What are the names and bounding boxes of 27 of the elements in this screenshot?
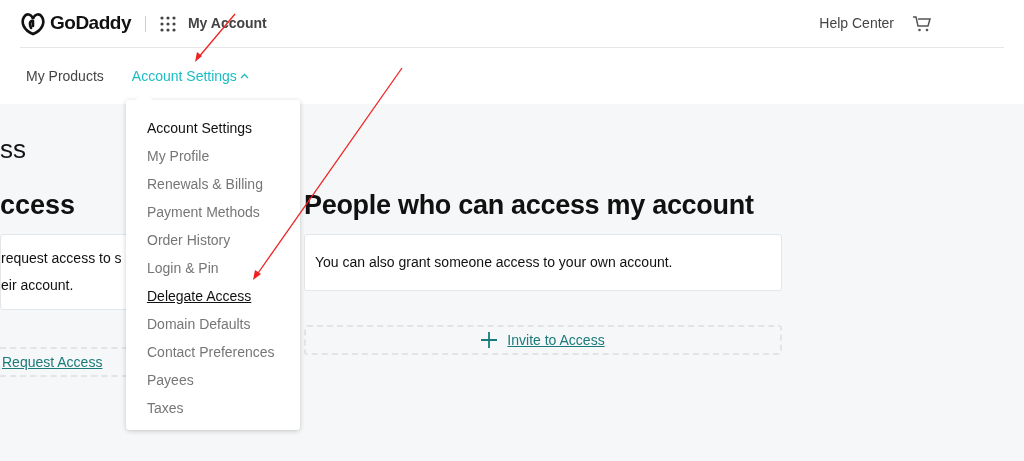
menu-item[interactable]: Domain Defaults [147,310,251,338]
card-text: You can also grant someone access to your own account. [315,253,673,272]
menu-item[interactable]: Renewals & Billing [147,170,263,198]
invite-access-link[interactable]: Invite to Access [507,329,605,351]
help-center-link[interactable]: Help Center [819,13,894,34]
plus-icon [481,332,498,348]
nav-tab[interactable]: My Products [26,65,104,87]
section-heading: People who can access my account [304,190,755,220]
app-grid-icon[interactable] [159,15,176,32]
logo-icon [20,11,46,36]
card-text: eir account. [1,276,74,295]
menu-item[interactable]: Delegate Access [147,282,252,310]
menu-heading: Account Settings [147,119,254,138]
menu-item[interactable]: Payees [147,366,194,394]
menu-item[interactable]: My Profile [147,142,210,170]
menu-item[interactable]: Login & Pin [147,254,219,282]
section-heading: ccess [0,190,76,220]
request-access-link[interactable]: Request Access [2,351,103,373]
cart-icon[interactable] [912,14,932,33]
menu-item[interactable]: Contact Preferences [147,338,275,366]
brand-name[interactable]: GoDaddy [50,9,131,38]
caret-icon [239,73,249,79]
card-text: request access to s [1,249,122,268]
menu-item[interactable]: Payment Methods [147,198,260,226]
menu-item[interactable]: Order History [147,226,231,254]
menu-item[interactable]: Taxes [147,394,184,422]
page-title: ss [0,134,26,164]
